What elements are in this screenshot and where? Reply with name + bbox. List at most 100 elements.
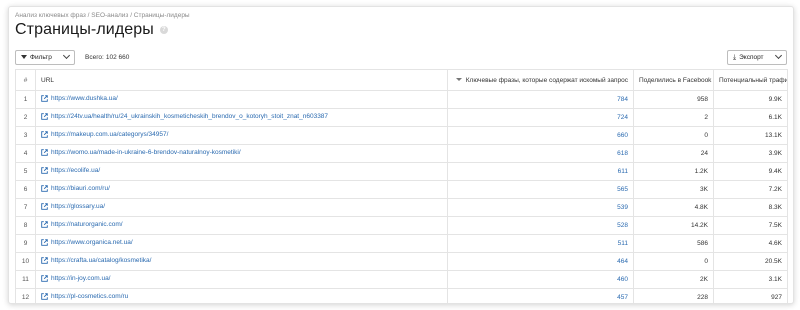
row-url-link[interactable]: https://www.organica.net.ua/ (41, 239, 133, 246)
export-button[interactable]: ⤓ Экспорт (727, 49, 787, 65)
row-keywords[interactable]: 660 (447, 126, 634, 145)
row-url-text: https://www.organica.net.ua/ (51, 239, 133, 246)
row-url-text: https://makeup.com.ua/categorys/34957/ (51, 131, 169, 138)
external-link-icon (41, 203, 48, 210)
table-body: 1 https://www.dushka.ua/784 958 9.9K 2 https:… (15, 90, 788, 303)
row-url-text: https://womo.ua/made-in-ukraine-6-brendo… (51, 149, 241, 156)
column-header-keywords-label: Ключевые фразы, которые содержат искомый… (465, 76, 628, 84)
external-link-icon (41, 293, 48, 300)
row-url-link[interactable]: https://www.dushka.ua/ (41, 95, 118, 102)
row-url-link[interactable]: https://biauri.com/ru/ (41, 185, 110, 192)
table-row: 4 https://womo.ua/made-in-ukraine-6-brend… (15, 144, 788, 163)
table-row: 10 https://crafta.ua/catalog/kosmetika/46… (15, 252, 788, 271)
total-value: 102 660 (105, 53, 130, 61)
external-link-icon (41, 185, 48, 192)
external-link-icon (41, 167, 48, 174)
help-icon[interactable]: ? (159, 26, 168, 34)
row-keywords[interactable]: 511 (447, 234, 634, 253)
row-keywords[interactable]: 539 (447, 198, 634, 217)
table-row: 9 https://www.organica.net.ua/511 586 4.6K (15, 234, 788, 253)
row-traffic: 9.9K (713, 90, 788, 109)
row-url-cell: https://in-joy.com.ua/ (35, 270, 448, 289)
row-traffic: 13.1K (713, 126, 788, 145)
table-row: 11 https://in-joy.com.ua/460 2K 3.1K (15, 270, 788, 289)
export-label: Экспорт (739, 53, 764, 61)
row-url-link[interactable]: https://womo.ua/made-in-ukraine-6-brendo… (41, 149, 241, 156)
row-facebook: 1.2K (633, 162, 714, 181)
row-num: 4 (15, 144, 36, 163)
row-keywords[interactable]: 464 (447, 252, 634, 271)
row-url-cell: https://glossary.ua/ (35, 198, 448, 217)
row-num: 8 (15, 216, 36, 235)
row-num: 2 (15, 108, 36, 127)
row-url-link[interactable]: https://in-joy.com.ua/ (41, 275, 111, 282)
filter-button[interactable]: Фильтр (15, 49, 75, 65)
table-row: 2 https://24tv.ua/health/ru/24_ukrainskih… (15, 108, 788, 127)
row-url-link[interactable]: https://naturorganic.com/ (41, 221, 123, 228)
column-header-num[interactable]: # (15, 69, 36, 91)
row-facebook: 0 (633, 252, 714, 271)
row-num: 3 (15, 126, 36, 145)
external-link-icon (41, 257, 48, 264)
column-header-traffic[interactable]: Потенциальный трафик (713, 69, 788, 91)
external-link-icon (41, 239, 48, 246)
row-url-link[interactable]: https://makeup.com.ua/categorys/34957/ (41, 131, 168, 138)
row-keywords[interactable]: 618 (447, 144, 634, 163)
row-facebook: 24 (633, 144, 714, 163)
row-url-link[interactable]: https://ecolife.ua/ (41, 167, 100, 174)
row-traffic: 927 (713, 288, 788, 303)
chevron-down-icon (62, 51, 71, 60)
row-traffic: 3.1K (713, 270, 788, 289)
page-title: Страницы-лидеры (15, 21, 154, 38)
row-traffic: 3.9K (713, 144, 788, 163)
filter-button-content: Фильтр (21, 54, 52, 61)
row-url-cell: https://www.dushka.ua/ (35, 90, 448, 109)
row-facebook: 958 (633, 90, 714, 109)
row-url-text: https://biauri.com/ru/ (51, 185, 110, 192)
column-header-url[interactable]: URL (35, 69, 448, 91)
row-keywords[interactable]: 565 (447, 180, 634, 199)
results-table: # URL Ключевые фразы, которые содержат и… (15, 69, 788, 303)
row-url-cell: https://24tv.ua/health/ru/24_ukrainskih_… (35, 108, 448, 127)
page-frame: Анализ ключевых фраз / SEO-анализ / Стра… (8, 6, 794, 304)
row-traffic: 6.1K (713, 108, 788, 127)
row-facebook: 2 (633, 108, 714, 127)
row-url-text: https://naturorganic.com/ (51, 221, 123, 228)
toolbar: Фильтр Всего: 102 660 ⤓ Экспорт (15, 49, 787, 65)
row-keywords[interactable]: 528 (447, 216, 634, 235)
row-num: 1 (15, 90, 36, 109)
row-keywords[interactable]: 611 (447, 162, 634, 181)
table-row: 6 https://biauri.com/ru/565 3K 7.2K (15, 180, 788, 199)
filter-label: Фильтр (30, 53, 52, 61)
row-keywords[interactable]: 457 (447, 288, 634, 303)
row-url-text: https://in-joy.com.ua/ (51, 275, 111, 282)
external-link-icon (41, 221, 48, 228)
row-keywords[interactable]: 784 (447, 90, 634, 109)
table-row: 8 https://naturorganic.com/528 14.2K 7.5K (15, 216, 788, 235)
row-url-text: https://crafta.ua/catalog/kosmetika/ (51, 257, 152, 264)
external-link-icon (41, 149, 48, 156)
row-facebook: 2K (633, 270, 714, 289)
row-url-link[interactable]: https://crafta.ua/catalog/kosmetika/ (41, 257, 151, 264)
row-traffic: 8.3K (713, 198, 788, 217)
row-url-link[interactable]: https://pl-cosmetics.com/ru (41, 293, 128, 300)
row-traffic: 4.6K (713, 234, 788, 253)
row-num: 12 (15, 288, 36, 303)
row-url-text: https://www.dushka.ua/ (51, 95, 118, 102)
row-url-cell: https://www.organica.net.ua/ (35, 234, 448, 253)
export-button-content: ⤓ Экспорт (733, 54, 764, 61)
row-url-cell: https://pl-cosmetics.com/ru (35, 288, 448, 303)
row-keywords[interactable]: 460 (447, 270, 634, 289)
row-url-cell: https://crafta.ua/catalog/kosmetika/ (35, 252, 448, 271)
table-row: 1 https://www.dushka.ua/784 958 9.9K (15, 90, 788, 109)
column-header-facebook[interactable]: Поделились в Facebook (633, 69, 714, 91)
row-url-link[interactable]: https://24tv.ua/health/ru/24_ukrainskih_… (41, 113, 328, 120)
row-url-link[interactable]: https://glossary.ua/ (41, 203, 105, 210)
row-keywords[interactable]: 724 (447, 108, 634, 127)
breadcrumb[interactable]: Анализ ключевых фраз / SEO-анализ / Стра… (15, 12, 190, 19)
external-link-icon (41, 95, 48, 102)
row-url-cell: https://naturorganic.com/ (35, 216, 448, 235)
row-num: 11 (15, 270, 36, 289)
column-header-keywords[interactable]: Ключевые фразы, которые содержат искомый… (447, 69, 634, 91)
row-traffic: 9.4K (713, 162, 788, 181)
